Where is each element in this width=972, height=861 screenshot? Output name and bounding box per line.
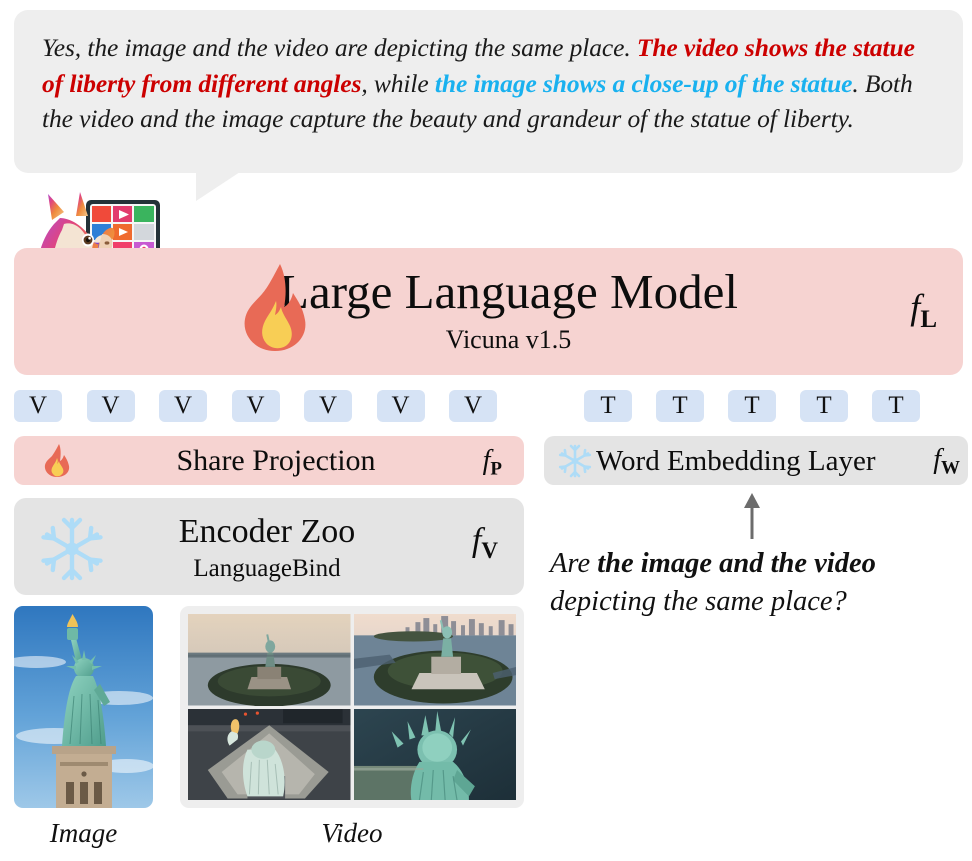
visual-token: V xyxy=(449,390,497,422)
up-arrow-icon xyxy=(738,492,766,540)
share-projection-label: Share Projection xyxy=(176,444,376,477)
text-segment: the image shows a close-up of the statue xyxy=(434,68,853,98)
input-video-frames[interactable] xyxy=(180,606,524,808)
text-segment: Are xyxy=(550,548,598,579)
word-embedding-function-symbol: fW xyxy=(933,444,960,479)
llm-title: Large Language Model xyxy=(279,264,738,319)
video-frame[interactable] xyxy=(353,708,516,800)
encoder-zoo-block: Encoder Zoo LanguageBind fV xyxy=(14,498,524,595)
text-segment: Yes, the image and the video are depicti… xyxy=(42,33,637,62)
visual-token: V xyxy=(376,390,425,422)
text-token: T xyxy=(584,390,632,422)
text-segment: the image and the video xyxy=(597,548,876,579)
llm-subtitle: Vicuna v1.5 xyxy=(445,325,572,354)
video-caption: Video xyxy=(321,818,383,848)
visual-token: V xyxy=(14,390,62,422)
share-projection-function-symbol: fP xyxy=(482,445,502,480)
encoder-zoo-title: Encoder Zoo xyxy=(178,513,356,550)
speech-bubble-tail xyxy=(196,172,240,201)
visual-token: V xyxy=(231,390,280,422)
llm-function-symbol: fL xyxy=(910,287,937,333)
flame-icon xyxy=(242,263,308,353)
share-projection-block: Share Projection fP xyxy=(14,436,524,485)
text-segment: , while xyxy=(361,68,435,98)
encoder-zoo-function-symbol: fV xyxy=(471,522,498,563)
text-token: T xyxy=(800,390,848,422)
large-language-model-block: Large Language Model Vicuna v1.5 fL xyxy=(14,248,963,375)
user-question-text: Are the image and the video depicting th… xyxy=(550,545,970,621)
word-embedding-layer-block: Word Embedding Layer fW xyxy=(544,436,968,485)
visual-token: V xyxy=(304,390,352,422)
text-segment: depicting the same place? xyxy=(550,586,847,617)
visual-token: V xyxy=(159,390,207,422)
text-token: T xyxy=(656,390,704,422)
video-frame[interactable] xyxy=(353,614,516,706)
input-image-thumbnail[interactable] xyxy=(14,606,153,808)
model-response-bubble: Yes, the image and the video are depicti… xyxy=(14,10,963,173)
encoder-zoo-subtitle: LanguageBind xyxy=(193,555,341,582)
text-token: T xyxy=(728,390,776,422)
text-token: T xyxy=(872,390,920,422)
image-caption: Image xyxy=(49,818,118,848)
video-frame[interactable] xyxy=(188,708,351,800)
snowflake-icon xyxy=(558,444,592,478)
visual-token: V xyxy=(86,390,135,422)
word-embedding-label: Word Embedding Layer xyxy=(596,445,876,477)
video-frame[interactable] xyxy=(188,614,351,706)
model-response-text: Yes, the image and the video are depicti… xyxy=(42,30,937,137)
